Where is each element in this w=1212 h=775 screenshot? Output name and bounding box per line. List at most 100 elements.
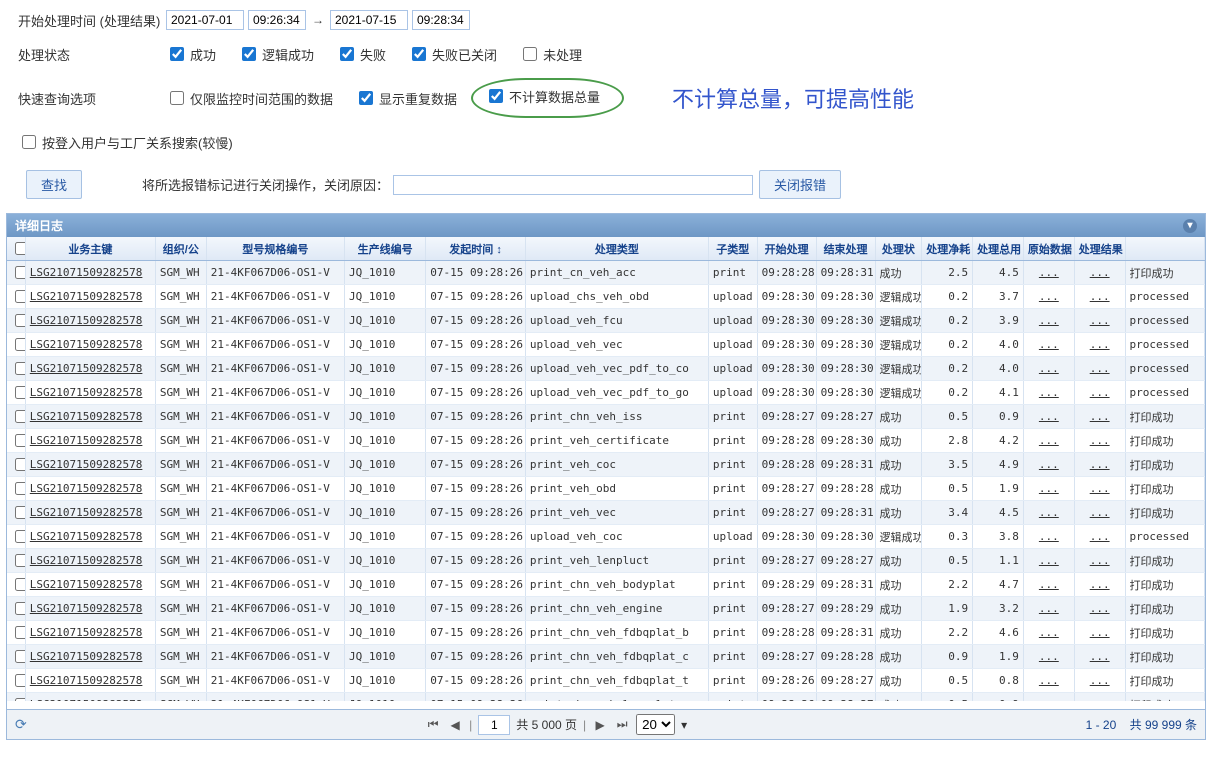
cell-rawdata-link[interactable]: ...	[1023, 333, 1074, 357]
column-header[interactable]: 结束处理	[816, 237, 875, 261]
table-row[interactable]: LSG21071509282578SGM_WH21-4KF067D06-OS1-…	[7, 477, 1205, 501]
cell-rawdata-link[interactable]: ...	[1023, 453, 1074, 477]
close-reason-input[interactable]	[393, 175, 753, 195]
cell-result-link[interactable]: ...	[1074, 309, 1125, 333]
table-row[interactable]: LSG21071509282578SGM_WH21-4KF067D06-OS1-…	[7, 309, 1205, 333]
cell-business-key[interactable]: LSG21071509282578	[25, 261, 155, 285]
quick-time-range-checkbox[interactable]	[170, 91, 184, 105]
cell-result-link[interactable]: ...	[1074, 261, 1125, 285]
cell-rawdata-link[interactable]: ...	[1023, 549, 1074, 573]
table-row[interactable]: LSG21071509282578SGM_WH21-4KF067D06-OS1-…	[7, 549, 1205, 573]
column-header[interactable]: 处理净耗	[922, 237, 973, 261]
cell-business-key[interactable]: LSG21071509282578	[25, 573, 155, 597]
cell-result-link[interactable]: ...	[1074, 453, 1125, 477]
time-to-input[interactable]	[412, 10, 470, 30]
collapse-icon[interactable]: ▾	[1183, 219, 1197, 233]
cell-business-key[interactable]: LSG21071509282578	[25, 693, 155, 702]
row-checkbox[interactable]	[15, 314, 25, 327]
quick-show-dup-checkbox[interactable]	[359, 91, 373, 105]
cell-rawdata-link[interactable]: ...	[1023, 285, 1074, 309]
cell-business-key[interactable]: LSG21071509282578	[25, 381, 155, 405]
pager-first-icon[interactable]: ⏮	[425, 717, 441, 732]
row-checkbox[interactable]	[15, 362, 25, 375]
row-checkbox[interactable]	[15, 506, 25, 519]
cell-business-key[interactable]: LSG21071509282578	[25, 357, 155, 381]
row-checkbox[interactable]	[15, 698, 25, 701]
table-row[interactable]: LSG21071509282578SGM_WH21-4KF067D06-OS1-…	[7, 333, 1205, 357]
cell-business-key[interactable]: LSG21071509282578	[25, 333, 155, 357]
close-error-button[interactable]: 关闭报错	[759, 170, 841, 199]
column-header[interactable]: 业务主键	[25, 237, 155, 261]
table-row[interactable]: LSG21071509282578SGM_WH21-4KF067D06-OS1-…	[7, 357, 1205, 381]
cell-business-key[interactable]: LSG21071509282578	[25, 501, 155, 525]
cell-result-link[interactable]: ...	[1074, 621, 1125, 645]
cell-rawdata-link[interactable]: ...	[1023, 645, 1074, 669]
cell-rawdata-link[interactable]: ...	[1023, 477, 1074, 501]
cell-business-key[interactable]: LSG21071509282578	[25, 453, 155, 477]
cell-business-key[interactable]: LSG21071509282578	[25, 477, 155, 501]
cell-business-key[interactable]: LSG21071509282578	[25, 549, 155, 573]
cell-rawdata-link[interactable]: ...	[1023, 525, 1074, 549]
cell-result-link[interactable]: ...	[1074, 645, 1125, 669]
row-checkbox[interactable]	[15, 386, 25, 399]
column-header[interactable]: 生产线编号	[344, 237, 425, 261]
pager-page-size-select[interactable]: 20	[636, 714, 675, 735]
time-from-input[interactable]	[248, 10, 306, 30]
pager-last-icon[interactable]: ⏭	[614, 717, 630, 732]
cell-result-link[interactable]: ...	[1074, 597, 1125, 621]
row-checkbox[interactable]	[15, 266, 25, 279]
row-checkbox[interactable]	[15, 290, 25, 303]
cell-rawdata-link[interactable]: ...	[1023, 405, 1074, 429]
cell-business-key[interactable]: LSG21071509282578	[25, 309, 155, 333]
row-checkbox[interactable]	[15, 434, 25, 447]
cell-result-link[interactable]: ...	[1074, 549, 1125, 573]
row-checkbox[interactable]	[15, 458, 25, 471]
table-row[interactable]: LSG21071509282578SGM_WH21-4KF067D06-OS1-…	[7, 669, 1205, 693]
status-success-checkbox[interactable]	[170, 47, 184, 61]
column-header[interactable]	[7, 237, 25, 261]
table-row[interactable]: LSG21071509282578SGM_WH21-4KF067D06-OS1-…	[7, 501, 1205, 525]
pager-prev-icon[interactable]: ◀	[447, 718, 463, 732]
status-unprocessed-checkbox[interactable]	[523, 47, 537, 61]
cell-result-link[interactable]: ...	[1074, 501, 1125, 525]
column-header[interactable]	[1125, 237, 1204, 261]
cell-rawdata-link[interactable]: ...	[1023, 381, 1074, 405]
cell-result-link[interactable]: ...	[1074, 357, 1125, 381]
quick-no-count-checkbox[interactable]	[489, 89, 503, 103]
status-logic-success-checkbox[interactable]	[242, 47, 256, 61]
column-header[interactable]: 开始处理	[757, 237, 816, 261]
cell-rawdata-link[interactable]: ...	[1023, 429, 1074, 453]
row-checkbox[interactable]	[15, 578, 25, 591]
cell-result-link[interactable]: ...	[1074, 333, 1125, 357]
row-checkbox[interactable]	[15, 674, 25, 687]
login-relation-checkbox[interactable]	[22, 135, 36, 149]
table-row[interactable]: LSG21071509282578SGM_WH21-4KF067D06-OS1-…	[7, 597, 1205, 621]
date-to-input[interactable]	[330, 10, 408, 30]
table-row[interactable]: LSG21071509282578SGM_WH21-4KF067D06-OS1-…	[7, 573, 1205, 597]
horizontal-scrollbar[interactable]	[7, 701, 1205, 709]
pager-page-input[interactable]	[478, 715, 510, 735]
cell-business-key[interactable]: LSG21071509282578	[25, 645, 155, 669]
table-row[interactable]: LSG21071509282578SGM_WH21-4KF067D06-OS1-…	[7, 429, 1205, 453]
cell-rawdata-link[interactable]: ...	[1023, 309, 1074, 333]
cell-rawdata-link[interactable]: ...	[1023, 669, 1074, 693]
cell-business-key[interactable]: LSG21071509282578	[25, 669, 155, 693]
select-all-checkbox[interactable]	[15, 242, 25, 255]
table-row[interactable]: LSG21071509282578SGM_WH21-4KF067D06-OS1-…	[7, 405, 1205, 429]
cell-result-link[interactable]: ...	[1074, 381, 1125, 405]
status-fail-closed-checkbox[interactable]	[412, 47, 426, 61]
table-row[interactable]: LSG21071509282578SGM_WH21-4KF067D06-OS1-…	[7, 381, 1205, 405]
table-row[interactable]: LSG21071509282578SGM_WH21-4KF067D06-OS1-…	[7, 525, 1205, 549]
table-row[interactable]: LSG21071509282578SGM_WH21-4KF067D06-OS1-…	[7, 285, 1205, 309]
date-from-input[interactable]	[166, 10, 244, 30]
cell-result-link[interactable]: ...	[1074, 477, 1125, 501]
cell-result-link[interactable]: ...	[1074, 669, 1125, 693]
status-fail-checkbox[interactable]	[340, 47, 354, 61]
table-row[interactable]: LSG21071509282578SGM_WH21-4KF067D06-OS1-…	[7, 645, 1205, 669]
column-header[interactable]: 组织/公	[155, 237, 206, 261]
column-header[interactable]: 处理状	[875, 237, 922, 261]
pager-next-icon[interactable]: ▶	[592, 718, 608, 732]
table-row[interactable]: LSG21071509282578SGM_WH21-4KF067D06-OS1-…	[7, 621, 1205, 645]
table-row[interactable]: LSG21071509282578SGM_WH21-4KF067D06-OS1-…	[7, 693, 1205, 702]
table-row[interactable]: LSG21071509282578SGM_WH21-4KF067D06-OS1-…	[7, 261, 1205, 285]
